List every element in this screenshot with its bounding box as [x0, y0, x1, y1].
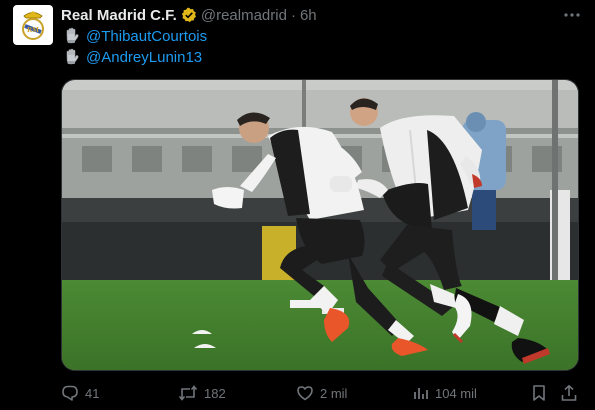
bookmark-icon	[533, 385, 545, 401]
reply-icon	[62, 385, 78, 401]
tweet-line: @AndreyLunin13	[63, 47, 202, 67]
training-photo	[62, 80, 578, 370]
views-button[interactable]: 104 mil	[413, 385, 477, 401]
account-name[interactable]: Real Madrid C.F.	[61, 7, 177, 24]
like-button[interactable]: 2 mil	[296, 384, 347, 402]
tweet-header: Real Madrid C.F. @realmadrid · 6h	[61, 5, 581, 25]
retweet-icon	[178, 385, 198, 401]
account-handle[interactable]: @realmadrid	[201, 7, 287, 24]
separator-dot: ·	[290, 6, 296, 24]
retweet-count: 182	[204, 385, 226, 401]
mention-link[interactable]: @AndreyLunin13	[86, 49, 202, 66]
svg-text:RM: RM	[27, 26, 39, 34]
real-madrid-crest-icon: RM	[22, 11, 44, 40]
views-chart-icon	[414, 388, 428, 399]
tweet-actions: 41 182 2 mil 104 mil	[61, 380, 581, 406]
goalkeeper-glove-icon	[63, 27, 81, 45]
views-count: 104 mil	[435, 385, 477, 401]
verified-badge-icon	[181, 7, 197, 23]
tweet-line: @ThibautCourtois	[63, 26, 207, 46]
goalkeeper-glove-icon	[63, 48, 81, 66]
bookmark-button[interactable]	[531, 384, 547, 402]
reply-button[interactable]: 41	[61, 384, 99, 402]
tweet-photo[interactable]	[61, 79, 579, 371]
tweet-timestamp[interactable]: 6h	[300, 7, 317, 24]
share-icon	[561, 384, 577, 401]
avatar[interactable]: RM	[13, 5, 53, 45]
share-button[interactable]	[560, 384, 578, 402]
heart-icon	[297, 386, 313, 401]
like-count: 2 mil	[320, 385, 348, 401]
reply-count: 41	[85, 385, 100, 401]
mention-link[interactable]: @ThibautCourtois	[86, 28, 207, 45]
retweet-button[interactable]: 182	[178, 384, 226, 402]
more-options-icon[interactable]	[563, 5, 581, 25]
